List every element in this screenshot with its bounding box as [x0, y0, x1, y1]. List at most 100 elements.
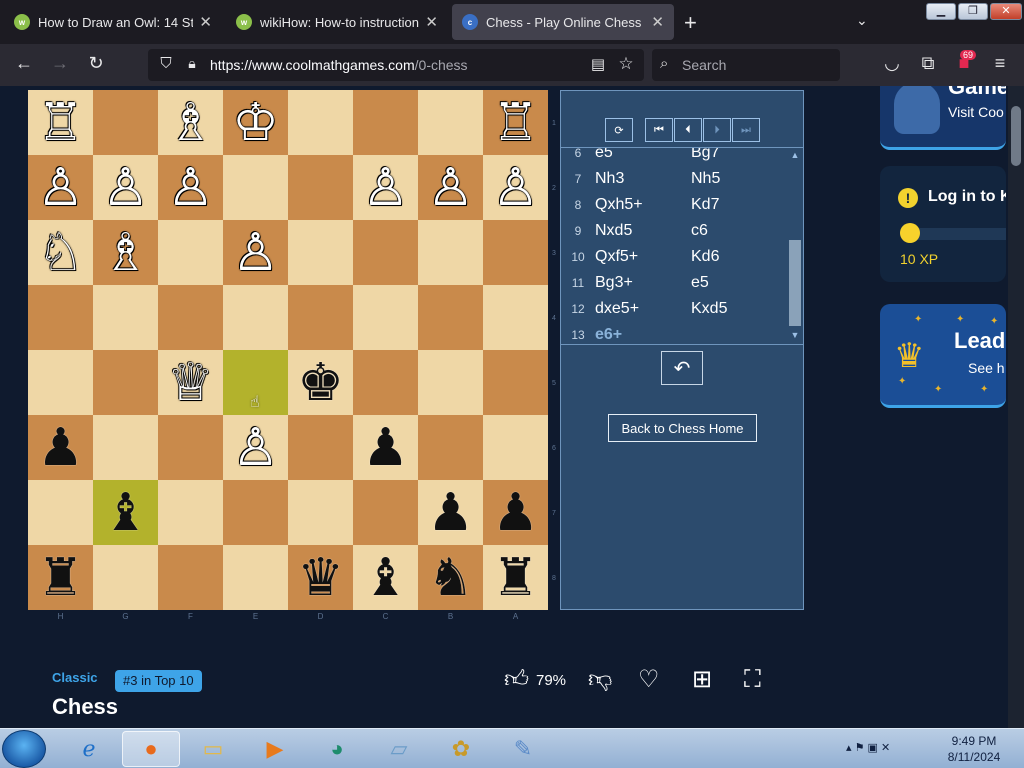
clock[interactable]: 9:49 PM 8/11/2024: [942, 733, 1006, 765]
last-move-button[interactable]: ⏭: [732, 118, 760, 142]
board-square[interactable]: ♕: [158, 350, 223, 415]
flip-board-button[interactable]: ⟳: [605, 118, 633, 142]
bee-app-icon[interactable]: ✿: [432, 731, 490, 767]
first-move-button[interactable]: ⏮: [645, 118, 673, 142]
fullscreen-icon[interactable]: ⛶: [744, 668, 761, 692]
board-square[interactable]: ♙: [223, 220, 288, 285]
white-move[interactable]: dxe5+: [595, 300, 691, 318]
game-category[interactable]: Classic: [52, 670, 98, 685]
leaderboard-card[interactable]: ✦ ✦ ✦ ✦ ✦ ✦ ♛ Lead See h: [880, 304, 1006, 408]
board-square[interactable]: ♔: [223, 90, 288, 155]
scroll-thumb[interactable]: [789, 240, 801, 326]
white-move[interactable]: Qxh5+: [595, 196, 691, 214]
board-square[interactable]: ♛: [288, 545, 353, 610]
black-move[interactable]: Nh5: [691, 170, 720, 188]
board-square[interactable]: [93, 90, 158, 155]
start-button[interactable]: [2, 730, 46, 768]
board-square[interactable]: ♞: [418, 545, 483, 610]
black-piece[interactable]: ♟: [492, 487, 539, 539]
previous-move-button[interactable]: ⏴: [674, 118, 702, 142]
games-card[interactable]: Game Visit Coo: [880, 86, 1006, 150]
shield-icon[interactable]: ⛉: [154, 55, 178, 72]
file-explorer-icon[interactable]: ▭: [184, 731, 242, 767]
board-square[interactable]: [223, 285, 288, 350]
board-square[interactable]: [158, 480, 223, 545]
new-tab-button[interactable]: +: [684, 10, 697, 36]
undo-button[interactable]: ↶: [661, 351, 703, 385]
tab-owl[interactable]: w How to Draw an Owl: 14 Steps ✕: [4, 4, 222, 40]
close-tab-icon[interactable]: ✕: [425, 13, 438, 31]
back-to-chess-home-button[interactable]: Back to Chess Home: [608, 414, 757, 442]
tab-wikihow[interactable]: w wikiHow: How-to instructions y ✕: [226, 4, 448, 40]
move-list-scrollbar[interactable]: ▲ ▼: [787, 148, 803, 344]
board-square[interactable]: [223, 480, 288, 545]
white-piece[interactable]: ♙: [362, 162, 409, 214]
black-move[interactable]: Kd7: [691, 196, 719, 214]
board-square[interactable]: [223, 545, 288, 610]
window-close-button[interactable]: ✕: [990, 3, 1022, 20]
forward-arrow-icon[interactable]: →: [48, 53, 72, 74]
url-text[interactable]: https://www.coolmathgames.com/0-chess: [210, 57, 468, 73]
white-piece[interactable]: ♖: [37, 97, 84, 149]
board-square[interactable]: [288, 155, 353, 220]
thumbs-down-icon[interactable]: 👎︎: [588, 668, 612, 692]
board-square[interactable]: ♖: [483, 90, 548, 155]
board-square[interactable]: [483, 350, 548, 415]
bookmark-star-icon[interactable]: ☆: [614, 54, 638, 74]
board-square[interactable]: ♗: [158, 90, 223, 155]
white-piece[interactable]: ♙: [102, 162, 149, 214]
white-move[interactable]: Nxd5: [595, 222, 691, 240]
board-square[interactable]: [288, 220, 353, 285]
address-bar[interactable]: ⛉ 🔒︎ https://www.coolmathgames.com/0-che…: [148, 49, 644, 81]
white-piece[interactable]: ♔: [232, 97, 279, 149]
white-move[interactable]: Nh3: [595, 170, 691, 188]
board-square[interactable]: [158, 415, 223, 480]
minimize-button[interactable]: ▁: [926, 3, 956, 20]
white-piece[interactable]: ♖: [492, 97, 539, 149]
system-tray[interactable]: ▴ ⚑ ▣ ✕: [846, 741, 890, 754]
black-piece[interactable]: ♝: [102, 487, 149, 539]
board-square[interactable]: [353, 285, 418, 350]
board-square[interactable]: [418, 90, 483, 155]
black-piece[interactable]: ♚: [297, 357, 344, 409]
board-square[interactable]: [93, 545, 158, 610]
white-piece[interactable]: ♙: [232, 227, 279, 279]
board-square[interactable]: [483, 220, 548, 285]
board-square[interactable]: ♚: [288, 350, 353, 415]
black-move[interactable]: e5: [691, 274, 709, 292]
black-move[interactable]: c6: [691, 222, 708, 240]
board-square[interactable]: [28, 350, 93, 415]
board-square[interactable]: ♟: [483, 480, 548, 545]
close-tab-icon[interactable]: ✕: [199, 13, 212, 31]
white-piece[interactable]: ♙: [427, 162, 474, 214]
white-piece[interactable]: ♙: [492, 162, 539, 214]
board-square[interactable]: ♙: [93, 155, 158, 220]
back-arrow-icon[interactable]: ←: [12, 53, 36, 74]
white-move[interactable]: e6+: [595, 326, 691, 344]
board-square[interactable]: [288, 415, 353, 480]
notepad-icon[interactable]: ▱: [370, 731, 428, 767]
board-square[interactable]: [483, 415, 548, 480]
board-square[interactable]: [483, 285, 548, 350]
board-square[interactable]: [418, 285, 483, 350]
board-square[interactable]: ♟: [353, 415, 418, 480]
board-square[interactable]: ♜: [28, 545, 93, 610]
black-piece[interactable]: ♟: [362, 422, 409, 474]
board-square[interactable]: [158, 545, 223, 610]
close-tab-icon[interactable]: ✕: [651, 13, 664, 31]
page-scrollbar[interactable]: [1008, 86, 1024, 728]
scroll-up-icon[interactable]: ▲: [787, 150, 803, 160]
page-scroll-thumb[interactable]: [1011, 106, 1021, 166]
board-square[interactable]: [353, 220, 418, 285]
board-square[interactable]: [418, 350, 483, 415]
lock-icon[interactable]: 🔒︎: [180, 55, 204, 72]
board-square[interactable]: [353, 480, 418, 545]
games-card-link[interactable]: Visit Coo: [948, 104, 1004, 120]
board-square[interactable]: [93, 415, 158, 480]
move-list[interactable]: 6 e5 Bg7 7 Nh3 Nh5 8 Qxh5+ Kd7 9 Nxd5 c6 10 Qxf5+ Kd6 1…: [561, 147, 803, 345]
board-square[interactable]: ♜: [483, 545, 548, 610]
next-move-button[interactable]: ⏵: [703, 118, 731, 142]
board-square[interactable]: [93, 285, 158, 350]
black-move[interactable]: Kxd5: [691, 300, 727, 318]
white-piece[interactable]: ♗: [102, 227, 149, 279]
